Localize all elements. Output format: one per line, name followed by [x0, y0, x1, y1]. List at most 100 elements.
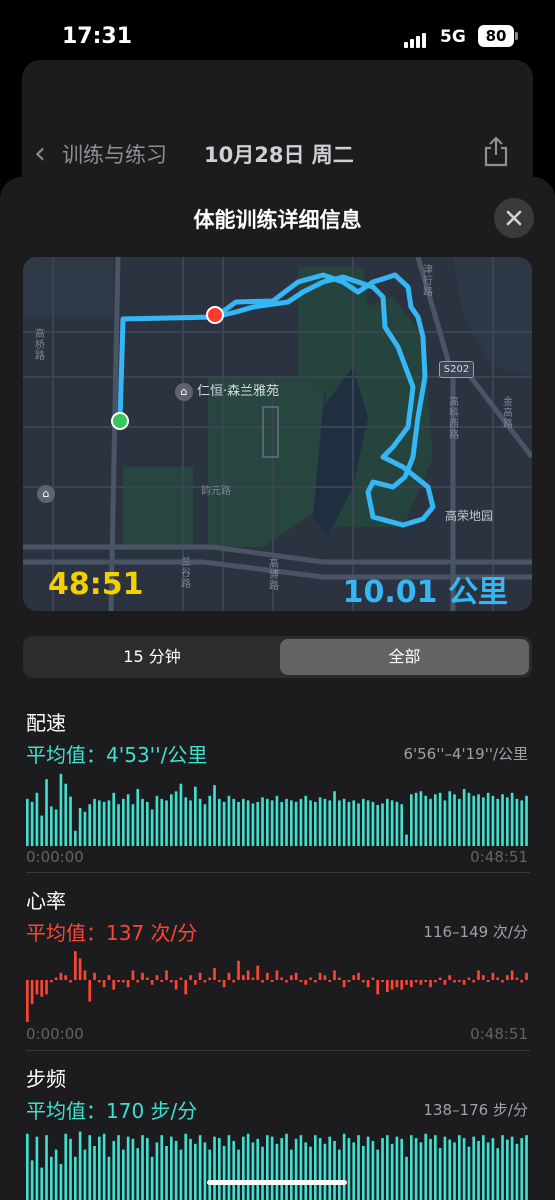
heart-rate-bar	[347, 980, 351, 982]
heart-rate-bar	[194, 980, 197, 985]
cadence-bar	[35, 1136, 39, 1200]
pace-bar	[280, 801, 284, 846]
workout-duration: 48:51	[48, 567, 144, 602]
cadence-bar	[256, 1138, 260, 1200]
heart-rate-bar	[251, 977, 255, 980]
heart-rate-bar	[227, 972, 231, 980]
cadence-bar	[472, 1136, 476, 1200]
heart-rate-bar	[386, 980, 389, 992]
cadence-bar	[453, 1142, 456, 1200]
pace-bar	[126, 794, 130, 846]
heart-rate-bar	[506, 975, 509, 980]
segment-all[interactable]: 全部	[280, 639, 529, 675]
cadence-bar	[93, 1146, 96, 1200]
cadence-chart[interactable]	[26, 1128, 530, 1200]
cadence-bar	[30, 1160, 34, 1200]
heart-rate-bar	[74, 951, 77, 980]
back-button[interactable]: 训练与练习	[62, 139, 167, 169]
cadence-bar	[270, 1136, 274, 1200]
pace-bar	[88, 804, 92, 846]
area-label: 高荣地园	[445, 509, 494, 523]
pace-start-time: 0:00:00	[26, 848, 84, 866]
heart-rate-bar	[88, 980, 92, 1002]
pace-bar	[93, 798, 96, 846]
heart-rate-bar	[333, 970, 336, 980]
pace-bar	[266, 798, 269, 846]
pace-bar	[170, 794, 173, 846]
cadence-bar	[290, 1149, 293, 1200]
heart-rate-bar	[357, 972, 360, 980]
route-map[interactable]: ⌂ 仁恒·森兰雅苑 ⌂ 韵元路 兰谷路 高博路 高桥路 高科西路 金高路 津行路 …	[23, 257, 532, 611]
heart-rate-bar	[328, 980, 332, 982]
heart-rate-bar	[448, 975, 452, 980]
pace-bar	[453, 794, 456, 846]
heart-rate-bar	[69, 980, 72, 983]
heart-rate-bar	[443, 980, 447, 985]
pace-bar	[232, 798, 236, 846]
cadence-bar	[510, 1136, 514, 1200]
cadence-bar	[299, 1135, 303, 1200]
page-title: 10月28日 周二	[204, 143, 354, 167]
close-button[interactable]	[494, 198, 534, 238]
heart-rate-chart[interactable]	[26, 950, 530, 1022]
pace-bar	[35, 792, 39, 846]
heart-rate-bar	[438, 977, 442, 980]
heart-rate-bar	[424, 980, 428, 982]
pace-bar	[434, 794, 437, 846]
pace-bar	[261, 797, 264, 846]
heart-rate-bar	[510, 970, 514, 980]
cadence-bar	[160, 1135, 164, 1200]
share-icon[interactable]	[482, 135, 510, 171]
pace-bar	[318, 797, 322, 846]
cadence-bar	[362, 1146, 365, 1200]
heart-rate-bar	[501, 980, 504, 983]
cellular-signal-icon	[404, 29, 428, 48]
pace-bar	[525, 795, 528, 846]
cadence-bar	[309, 1146, 312, 1200]
cadence-bar	[515, 1143, 519, 1200]
heart-rate-bar	[78, 958, 82, 980]
heart-rate-average: 平均值：137 次/分	[26, 921, 198, 945]
heart-rate-bar	[256, 965, 260, 980]
pace-end-time: 0:48:51	[470, 848, 528, 866]
back-chevron-icon[interactable]: ‹	[34, 136, 46, 171]
pace-bar	[405, 834, 408, 846]
network-type: 5G	[440, 27, 466, 47]
pace-bar	[189, 800, 192, 846]
pace-bar	[237, 801, 240, 846]
heart-rate-bar	[112, 980, 116, 990]
heart-rate-bar	[453, 980, 456, 983]
cadence-bar	[352, 1142, 356, 1200]
cadence-bar	[54, 1149, 58, 1200]
heart-rate-bar	[429, 980, 432, 988]
cadence-bar	[88, 1135, 92, 1200]
heart-rate-bar	[160, 980, 164, 982]
cadence-bar	[491, 1138, 495, 1200]
pace-bar	[362, 798, 365, 846]
cadence-bar	[501, 1135, 504, 1200]
pace-bar	[242, 798, 245, 846]
pace-bar	[141, 798, 144, 846]
cadence-bar	[165, 1146, 168, 1200]
cadence-bar	[50, 1156, 53, 1200]
pace-chart[interactable]	[26, 770, 530, 846]
cadence-bar	[314, 1135, 317, 1200]
cadence-bar	[347, 1138, 351, 1200]
cadence-bar	[98, 1136, 101, 1200]
heart-rate-bar	[419, 980, 423, 985]
pace-bar	[333, 791, 336, 846]
pace-bar	[366, 800, 370, 846]
pace-bar	[174, 791, 178, 846]
segment-15-minutes[interactable]: 15 分钟	[26, 639, 278, 675]
pace-bar	[155, 795, 159, 846]
heart-rate-bar	[395, 980, 399, 988]
home-indicator[interactable]	[207, 1180, 347, 1185]
heart-rate-bar	[261, 980, 264, 983]
heart-rate-bar	[410, 980, 413, 988]
pace-bar	[54, 809, 58, 846]
cadence-bar	[174, 1140, 178, 1200]
pace-bar	[74, 830, 77, 846]
cadence-bar	[122, 1149, 125, 1200]
heart-rate-bar	[352, 975, 356, 980]
pace-bar	[59, 773, 63, 846]
